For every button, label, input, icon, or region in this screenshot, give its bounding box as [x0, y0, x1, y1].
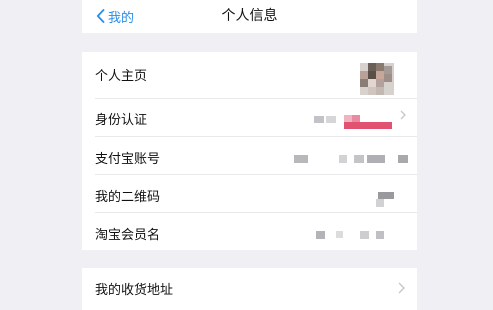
- verified-badge: [344, 115, 392, 130]
- row-alipay-account[interactable]: 支付宝账号: [82, 137, 417, 174]
- page-title: 个人信息: [221, 8, 278, 24]
- nav-bar: 我的 个人信息: [82, 0, 417, 33]
- row-label: 我的二维码: [95, 190, 161, 205]
- blurred-value: [360, 231, 369, 239]
- row-shipping-address[interactable]: 我的收货地址: [82, 268, 417, 310]
- row-identity-verification[interactable]: 身份认证: [82, 99, 417, 136]
- blurred-value: [339, 155, 347, 163]
- blurred-value: [376, 231, 384, 239]
- row-taobao-member-name[interactable]: 淘宝会员名: [82, 213, 417, 250]
- row-label: 支付宝账号: [95, 152, 161, 167]
- chevron-right-icon: [398, 282, 405, 294]
- address-card: 我的收货地址: [82, 268, 417, 310]
- row-label: 身份认证: [95, 113, 148, 128]
- blurred-value: [314, 116, 324, 123]
- blurred-value: [294, 155, 308, 163]
- avatar: [360, 63, 394, 95]
- row-label: 我的收货地址: [95, 283, 174, 298]
- row-homepage[interactable]: 个人主页: [82, 52, 417, 98]
- blurred-value: [336, 231, 343, 238]
- row-label: 个人主页: [95, 69, 148, 84]
- row-my-qr-code[interactable]: 我的二维码: [82, 175, 417, 212]
- profile-info-card: 个人主页 身份认证 支付宝账号 我的二维码 淘宝会员名: [82, 52, 417, 250]
- qr-code-icon: [376, 192, 394, 208]
- blurred-value: [316, 231, 325, 239]
- blurred-value: [398, 155, 408, 163]
- row-label: 淘宝会员名: [95, 228, 161, 243]
- blurred-value: [354, 155, 364, 163]
- blurred-value: [326, 116, 336, 123]
- chevron-right-icon: [400, 110, 406, 120]
- blurred-value: [367, 155, 385, 163]
